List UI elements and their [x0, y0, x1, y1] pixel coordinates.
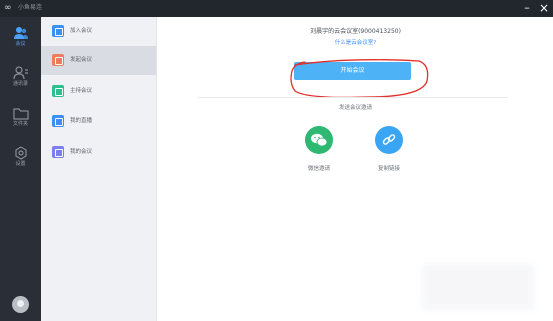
submenu-my-live[interactable]: 我的直播 [41, 107, 156, 136]
nav-label-settings: 设置 [15, 161, 26, 167]
avatar[interactable] [12, 296, 29, 313]
people-icon [13, 27, 28, 39]
submenu-label: 主持会议 [70, 88, 93, 94]
host-meeting-icon [52, 85, 64, 97]
invite-section-title: 发送会议邀请 [338, 105, 372, 111]
submenu-label: 我的会议 [70, 149, 93, 155]
submenu-my-meetings[interactable]: 我的会议 [41, 138, 156, 167]
submenu-label: 加入会议 [70, 28, 93, 34]
my-meetings-icon [52, 146, 64, 158]
wechat-invite-button[interactable]: 微信邀请 [289, 126, 349, 178]
nav-label-meeting: 会议 [15, 41, 26, 47]
divider [198, 97, 508, 98]
title-bar: ∞ 小鱼易连 – × [0, 0, 553, 17]
wechat-invite-label: 微信邀请 [307, 166, 330, 172]
nav-label-folder: 文件夹 [12, 121, 28, 127]
submenu-join-meeting[interactable]: 加入会议 [41, 17, 156, 46]
main-panel: 刘晨宇的云会议室(9000413250) 什么是云会议室? 开始会议 发送会议邀… [158, 17, 553, 321]
contacts-icon [13, 66, 28, 80]
link-icon [375, 126, 403, 154]
nav-label-contacts: 通讯录 [12, 81, 28, 87]
submenu-label: 我的直播 [70, 118, 93, 124]
minimize-button[interactable]: – [519, 0, 535, 17]
copy-link-label: 复制链接 [377, 166, 400, 172]
red-annotation-circle [290, 59, 429, 99]
app-logo-icon: ∞ [4, 3, 12, 13]
submenu-host-meeting[interactable]: 主持会议 [41, 77, 156, 106]
nav-item-meeting[interactable]: 会议 [0, 26, 41, 62]
gear-icon [15, 146, 26, 160]
meeting-room-title: 刘晨宇的云会议室(9000413250) [310, 28, 401, 35]
meeting-submenu: 加入会议 发起会议 主持会议 我的直播 我的会议 [41, 17, 157, 321]
primary-nav: 会议 通讯录 文件夹 设置 [0, 17, 41, 321]
submenu-start-meeting[interactable]: 发起会议 [41, 46, 156, 75]
live-stream-icon [52, 115, 64, 127]
close-button[interactable]: × [536, 0, 552, 17]
nav-item-settings[interactable]: 设置 [0, 146, 41, 182]
wechat-icon [305, 126, 333, 154]
window-title: 小鱼易连 [18, 4, 43, 11]
start-meeting-icon [52, 54, 64, 66]
join-meeting-icon [52, 25, 64, 37]
submenu-label: 发起会议 [70, 57, 93, 63]
what-is-cloud-room-link[interactable]: 什么是云会议室? [158, 39, 553, 48]
watermark-blur [422, 264, 534, 310]
copy-link-button[interactable]: 复制链接 [359, 126, 419, 178]
nav-item-folder[interactable]: 文件夹 [0, 106, 41, 142]
folder-icon [13, 108, 28, 120]
nav-item-contacts[interactable]: 通讯录 [0, 66, 41, 102]
